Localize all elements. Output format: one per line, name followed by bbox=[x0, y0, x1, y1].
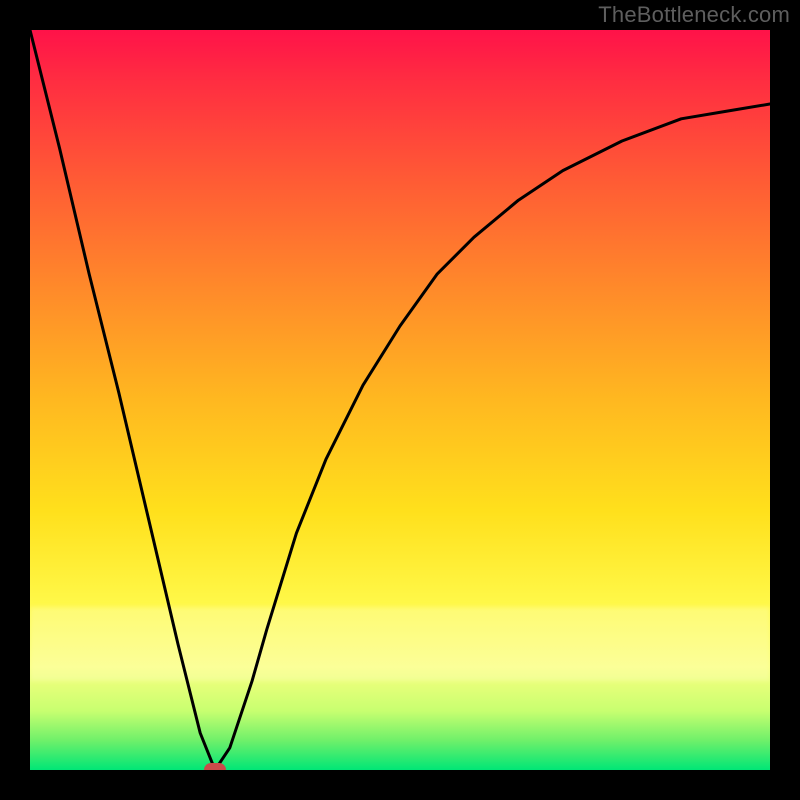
optimal-point-marker bbox=[204, 763, 226, 770]
watermark-text: TheBottleneck.com bbox=[598, 2, 790, 28]
plot-area bbox=[30, 30, 770, 770]
bottleneck-curve bbox=[30, 30, 770, 770]
chart-frame: TheBottleneck.com bbox=[0, 0, 800, 800]
